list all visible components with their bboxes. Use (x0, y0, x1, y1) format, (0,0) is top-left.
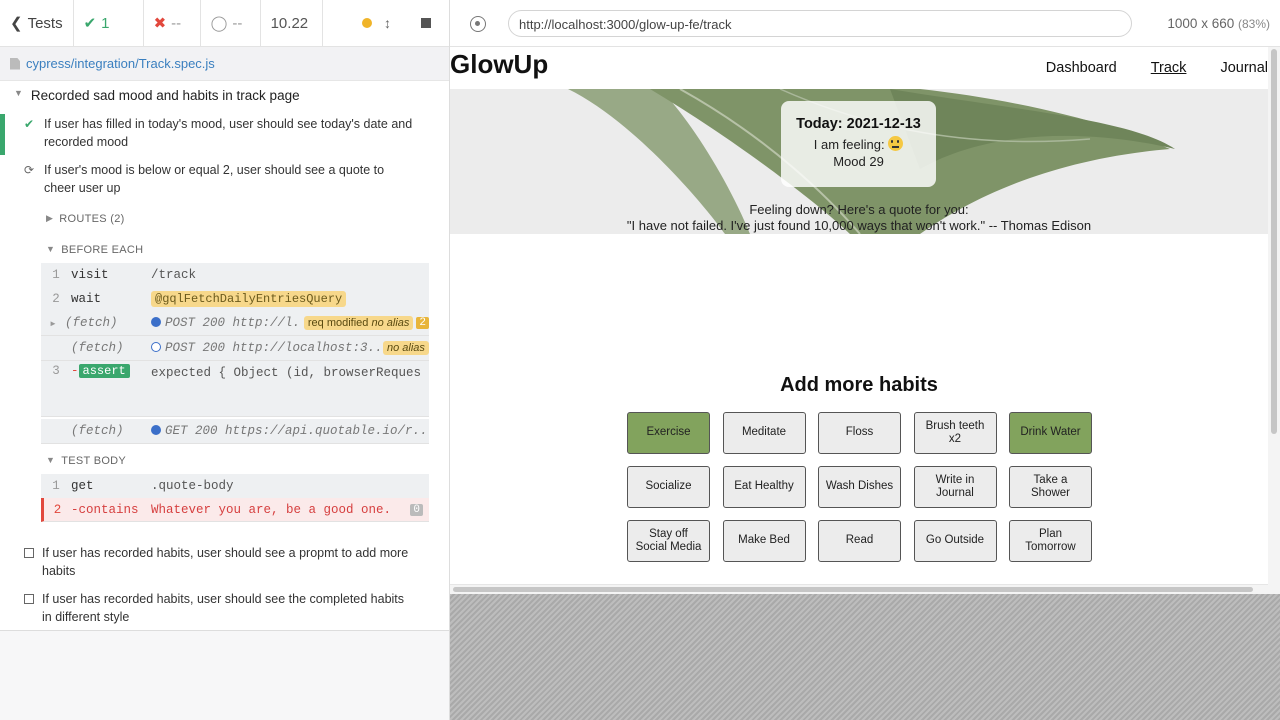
check-icon: ✔ (24, 117, 35, 131)
count-badge: 2 (416, 317, 429, 329)
habit-button[interactable]: Floss (818, 412, 901, 454)
request-dot-icon (151, 342, 161, 352)
habit-button[interactable]: Meditate (722, 412, 806, 454)
command-log: ▼ Recorded sad mood and habits in track … (0, 81, 449, 631)
habit-button[interactable]: Make Bed (722, 520, 806, 562)
browser-toolbar: http://localhost:3000/glow-up-fe/track 1… (450, 0, 1280, 47)
check-icon: ✔ (83, 15, 97, 32)
passed-count[interactable]: ✔ 1 (74, 0, 144, 47)
horizontal-scrollbar[interactable] (450, 584, 1268, 594)
test-item[interactable]: ⟳ If user's mood is below or equal 2, us… (24, 161, 414, 197)
caret-right-icon: ▶ (46, 213, 54, 223)
main-nav: Dashboard Track Journal (1046, 60, 1268, 76)
quote-intro: Feeling down? Here's a quote for you: (749, 202, 969, 217)
duration: 10.22 (261, 0, 323, 47)
reporter-header: ❮ Tests ✔ 1 ✖ -- ◯ -- 10.22 ↕ (0, 0, 449, 47)
nav-dashboard[interactable]: Dashboard (1046, 60, 1117, 76)
before-each-hook[interactable]: ▼ BEFORE EACH (46, 244, 143, 256)
mood-card: Today: 2021-12-13 I am feeling: Mood 29 (781, 101, 936, 187)
spec-path-bar: cypress/integration/Track.spec.js (0, 47, 449, 81)
command-row[interactable]: (fetch) POST 200 http://localhost:3... n… (41, 336, 429, 361)
command-row[interactable]: ▸ (fetch) POST 200 http://l... req modif… (41, 311, 429, 336)
count-badge: 0 (410, 503, 423, 516)
request-dot-icon (151, 317, 161, 327)
suite-title[interactable]: ▼ Recorded sad mood and habits in track … (14, 88, 300, 103)
caret-down-icon: ▼ (14, 88, 23, 98)
test-item[interactable]: ✔ If user has filled in today's mood, us… (24, 115, 414, 151)
req-modified-badge: req modified no alias (303, 316, 414, 330)
habits-grid: Exercise Meditate Floss Brush teeth x2 Drink… (627, 412, 1092, 562)
alias-badge: @gqlFetchDailyEntriesQuery (151, 291, 347, 307)
selector-playground-icon[interactable] (470, 16, 486, 32)
habit-button[interactable]: Plan Tomorrow (1009, 520, 1092, 562)
circle-notch-icon: ◯ (210, 15, 228, 32)
viewport-background (450, 594, 1280, 720)
vertical-scrollbar[interactable] (1268, 47, 1280, 594)
test-item[interactable]: If user has recorded habits, user should… (24, 590, 414, 626)
habit-button[interactable]: Take a Shower (1009, 466, 1092, 508)
reporter-panel: ❮ Tests ✔ 1 ✖ -- ◯ -- 10.22 ↕ cypress/in… (0, 0, 450, 720)
habit-button[interactable]: Read (818, 520, 901, 562)
habit-button[interactable]: Socialize (627, 466, 710, 508)
scroll-thumb[interactable] (453, 587, 1253, 592)
today-date: Today: 2021-12-13 (796, 116, 921, 132)
viewport-size: 1000 x 660 (83%) (1167, 16, 1270, 31)
url-field[interactable]: http://localhost:3000/glow-up-fe/track (508, 10, 1132, 37)
nav-track[interactable]: Track (1151, 60, 1187, 76)
back-label: Tests (27, 14, 63, 32)
habit-button[interactable]: Go Outside (913, 520, 997, 562)
neutral-face-emoji-icon (888, 136, 904, 151)
nav-journal[interactable]: Journal (1220, 60, 1268, 76)
x-icon: ✖ (153, 15, 167, 32)
mood-value: Mood 29 (833, 154, 884, 169)
stop-icon[interactable] (421, 18, 431, 28)
command-row[interactable]: (fetch) GET 200 https://api.quotable.io/… (41, 419, 429, 444)
back-to-tests-button[interactable]: ❮ Tests (0, 0, 74, 47)
failed-count[interactable]: ✖ -- (144, 0, 201, 47)
habit-button[interactable]: Brush teeth x2 (913, 412, 997, 454)
caret-down-icon: ▼ (46, 455, 56, 465)
quote-body: "I have not failed. I've just found 10,0… (626, 218, 1092, 233)
habit-button[interactable]: Stay off Social Media (627, 520, 710, 562)
test-body-hook[interactable]: ▼ TEST BODY (46, 455, 126, 467)
habit-button[interactable]: Wash Dishes (818, 466, 901, 508)
request-dot-icon (151, 425, 161, 435)
file-icon (10, 57, 20, 70)
command-row[interactable]: 1 get .quote-body (41, 474, 429, 499)
passed-indicator (0, 114, 5, 155)
no-alias-badge: no alias (383, 341, 429, 355)
toggle-autoscroll-icon[interactable]: ↕ (384, 15, 391, 31)
habit-button[interactable]: Drink Water (1009, 412, 1092, 454)
failing-command-row[interactable]: 2 -contains Whatever you are, be a good … (41, 498, 429, 522)
routes-toggle[interactable]: ▶ ROUTES (2) (46, 213, 125, 225)
brand-logo[interactable]: GlowUp (450, 49, 548, 80)
caret-right-icon: ▸ (49, 317, 57, 331)
pending-count[interactable]: ◯ -- (201, 0, 261, 47)
assert-row[interactable]: 3 - assert expected { Object (id, browser… (41, 361, 429, 417)
test-item[interactable]: If user has recorded habits, user should… (24, 544, 414, 580)
scroll-thumb[interactable] (1271, 49, 1277, 434)
pending-checkbox-icon (24, 548, 34, 558)
chevron-left-icon: ❮ (10, 15, 23, 32)
quote-section: Feeling down? Here's a quote for you: "I… (450, 202, 1268, 234)
assert-label: assert (78, 364, 130, 378)
habit-button[interactable]: Write in Journal (913, 466, 997, 508)
habit-button[interactable]: Eat Healthy (722, 466, 806, 508)
pending-checkbox-icon (24, 594, 34, 604)
command-row[interactable]: 1 visit /track (41, 263, 429, 288)
refresh-icon: ⟳ (24, 163, 35, 177)
habits-title: Add more habits (780, 374, 938, 396)
command-row[interactable]: 2 wait @gqlFetchDailyEntriesQuery (41, 287, 429, 312)
spec-path-link[interactable]: cypress/integration/Track.spec.js (26, 56, 215, 71)
running-status-icon (362, 18, 372, 28)
feeling-line: I am feeling: (781, 136, 936, 152)
caret-down-icon: ▼ (46, 244, 56, 254)
habit-button[interactable]: Exercise (627, 412, 710, 454)
app-frame: GlowUp Dashboard Track Journal Today: 20… (450, 47, 1268, 584)
